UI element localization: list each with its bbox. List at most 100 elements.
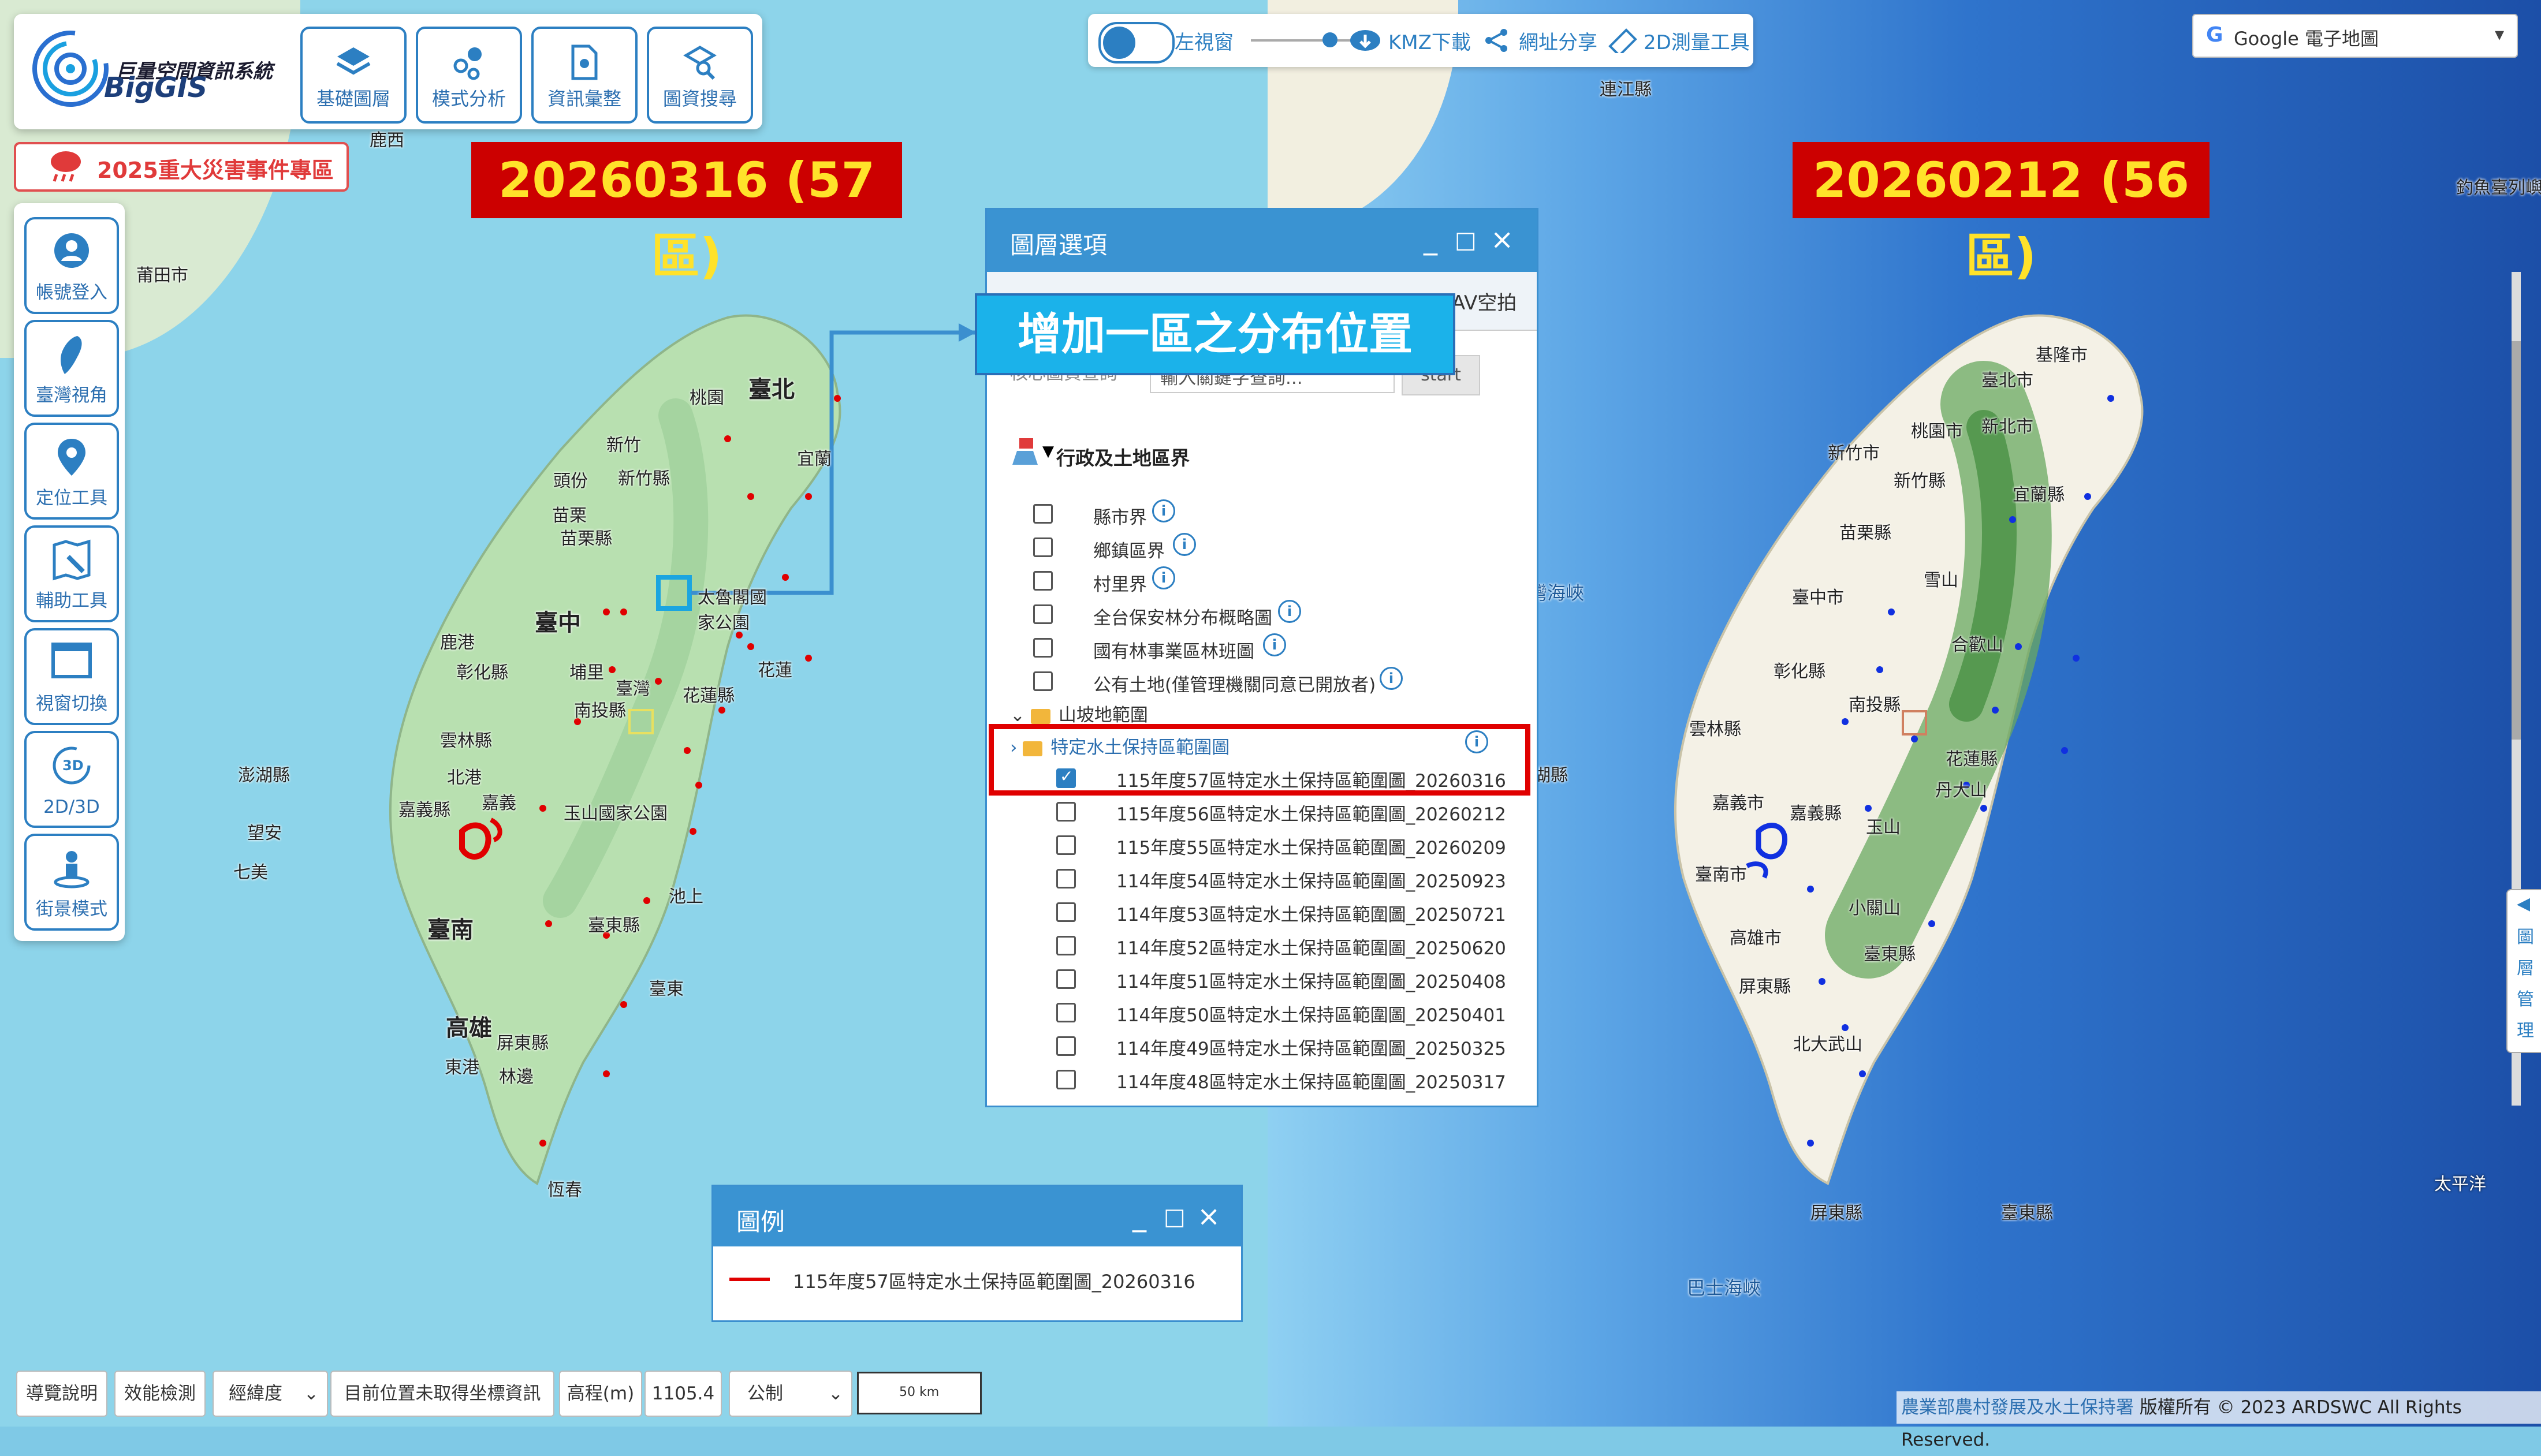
info-summary-button[interactable]: 資訊彙整 — [531, 27, 638, 124]
checkbox-national-forest[interactable] — [1033, 638, 1053, 658]
info-icon[interactable]: i — [1263, 633, 1286, 656]
place-hsinchu-county-r: 新竹縣 — [1894, 471, 1946, 491]
place-chiayi: 嘉義 — [482, 793, 516, 813]
side-panel: 帳號登入 臺灣視角 定位工具 輔助工具 視窗切換 3D 2D/3D 街景模式 — [14, 203, 125, 941]
info-summary-label: 資訊彙整 — [547, 88, 621, 110]
share-url-button[interactable]: 網址分享 — [1519, 27, 1597, 55]
disaster-event-button[interactable]: 2025重大災害事件專區 — [14, 142, 349, 192]
checkbox-township[interactable] — [1033, 537, 1053, 557]
scale-bar: 50 km — [857, 1372, 982, 1414]
place-chishang: 池上 — [669, 887, 703, 907]
map-search-label: 圖資搜尋 — [662, 88, 737, 110]
close-icon[interactable]: × — [1491, 223, 1514, 256]
user-icon — [54, 233, 89, 268]
opacity-slider-knob[interactable] — [1322, 32, 1337, 47]
close-icon[interactable]: × — [1197, 1200, 1220, 1233]
aux-tools-button[interactable]: 輔助工具 — [24, 525, 119, 622]
login-button[interactable]: 帳號登入 — [24, 217, 119, 314]
place-xueshan: 雪山 — [1924, 570, 1958, 591]
checkbox-village[interactable] — [1033, 571, 1053, 591]
info-icon[interactable]: i — [1152, 499, 1175, 522]
maximize-icon[interactable]: □ — [1455, 227, 1477, 253]
taiwan-view-button[interactable]: 臺灣視角 — [24, 320, 119, 417]
place-kaohsiung: 高雄 — [446, 1015, 492, 1041]
checkbox-zone-55[interactable] — [1056, 835, 1076, 855]
base-layers-button[interactable]: 基礎圖層 — [300, 27, 407, 124]
unit-select[interactable]: 公制 ⌄ — [729, 1371, 852, 1417]
place-tainan: 臺南 — [427, 917, 474, 943]
minimize-icon[interactable]: _ — [1132, 1200, 1146, 1233]
toggle-knob — [1103, 27, 1135, 59]
info-icon[interactable]: i — [1152, 566, 1175, 589]
slope-folder-label: 山坡地範圍 — [1058, 705, 1148, 726]
section-caret-icon[interactable]: ▼ — [1042, 443, 1054, 460]
place-puli: 埔里 — [569, 663, 604, 683]
place-taoyuan-city: 桃園市 — [1911, 421, 1963, 442]
scale-label: 50 km — [899, 1385, 940, 1399]
left-window-label[interactable]: 左視窗 — [1175, 27, 1234, 55]
measure-tool-button[interactable]: 2D測量工具 — [1644, 27, 1750, 55]
3d-icon: 3D — [53, 746, 91, 785]
checkbox-zone-52[interactable] — [1056, 936, 1076, 955]
search-doc-icon — [683, 46, 717, 80]
place-taichung: 臺中 — [535, 610, 581, 636]
layer-national-forest-label: 國有林事業區林班圖 — [1093, 641, 1254, 662]
checkbox-zone-50[interactable] — [1056, 1003, 1076, 1022]
slope-folder-row[interactable]: ⌄ 山坡地範圍 — [1010, 700, 1148, 726]
checkbox-zone-51[interactable] — [1056, 969, 1076, 989]
window-switch-button[interactable]: 視窗切換 — [24, 628, 119, 725]
window-icon — [51, 643, 92, 678]
place-yunlin: 雲林縣 — [440, 731, 492, 751]
guide-button[interactable]: 導覽說明 — [16, 1371, 107, 1417]
layer-county-label: 縣市界 — [1093, 507, 1147, 528]
place-nantou-r: 南投縣 — [1849, 695, 1901, 715]
place-penghu-r: 湖縣 — [1533, 766, 1568, 786]
elevation-label: 高程(m) — [559, 1371, 642, 1417]
place-hengchun: 恆春 — [547, 1180, 582, 1200]
3d-text: 3D — [62, 757, 84, 774]
layer-zone-49-label: 114年度49區特定水土保持區範圍圖_20250325 — [1116, 1039, 1506, 1059]
street-view-button[interactable]: 街景模式 — [24, 834, 119, 931]
legend-header: 圖例 _ □ × — [713, 1186, 1241, 1246]
minimize-icon[interactable]: _ — [1424, 223, 1437, 256]
place-beidawu: 北大武山 — [1793, 1035, 1862, 1055]
checkbox-public-land[interactable] — [1033, 671, 1053, 691]
place-pacific: 太平洋 — [2434, 1174, 2486, 1194]
left-window-toggle[interactable] — [1098, 22, 1175, 64]
checkbox-zone-49[interactable] — [1056, 1036, 1076, 1056]
logo-sub: BigGIS — [104, 72, 208, 104]
checkbox-zone-53[interactable] — [1056, 902, 1076, 922]
info-icon[interactable]: i — [1173, 533, 1196, 556]
locate-tool-button[interactable]: 定位工具 — [24, 423, 119, 520]
basemap-select-value: Google 電子地圖 — [2234, 28, 2379, 50]
scrollbar-thumb[interactable] — [2512, 341, 2521, 740]
place-yushan: 玉山 — [1866, 817, 1901, 838]
place-hsinchu: 新竹 — [606, 435, 641, 456]
info-icon[interactable]: i — [1278, 600, 1301, 623]
perf-check-button[interactable]: 效能檢測 — [114, 1371, 206, 1417]
checkbox-zone-48[interactable] — [1056, 1070, 1076, 1089]
model-analysis-button[interactable]: 模式分析 — [416, 27, 522, 124]
maximize-icon[interactable]: □ — [1164, 1204, 1186, 1230]
place-changhua: 彰化縣 — [456, 663, 508, 683]
kmz-download-button[interactable]: KMZ下載 — [1388, 27, 1471, 55]
place-changhua-r: 彰化縣 — [1774, 662, 1825, 682]
checkbox-zone-56[interactable] — [1056, 802, 1076, 822]
coord-mode-select[interactable]: 經緯度 ⌄ — [213, 1371, 328, 1417]
layer-township-label: 鄉鎮區界 — [1093, 541, 1165, 562]
coord-status: 目前位置未取得坐標資訊 — [330, 1371, 554, 1417]
info-icon[interactable]: i — [1380, 667, 1403, 690]
checkbox-county[interactable] — [1033, 504, 1053, 524]
copyright-agency[interactable]: 農業部農村發展及水土保持署 — [1901, 1397, 2134, 1418]
chevron-down-icon: ⌄ — [1010, 705, 1031, 726]
basemap-select[interactable]: G Google 電子地圖 ▾ — [2192, 14, 2518, 58]
place-donggang: 東港 — [445, 1058, 479, 1078]
2d-3d-button[interactable]: 3D 2D/3D — [24, 731, 119, 828]
place-nantou: 南投縣 — [574, 701, 626, 721]
map-search-button[interactable]: 圖資搜尋 — [647, 27, 753, 124]
left-date-title: 20260316 (57區) — [471, 142, 902, 285]
checkbox-zone-54[interactable] — [1056, 869, 1076, 888]
checkbox-forest-reserve[interactable] — [1033, 604, 1053, 624]
ruler-icon — [1608, 28, 1637, 53]
layer-manager-tab[interactable]: ◀ 圖 層 管 理 — [2506, 889, 2541, 1053]
